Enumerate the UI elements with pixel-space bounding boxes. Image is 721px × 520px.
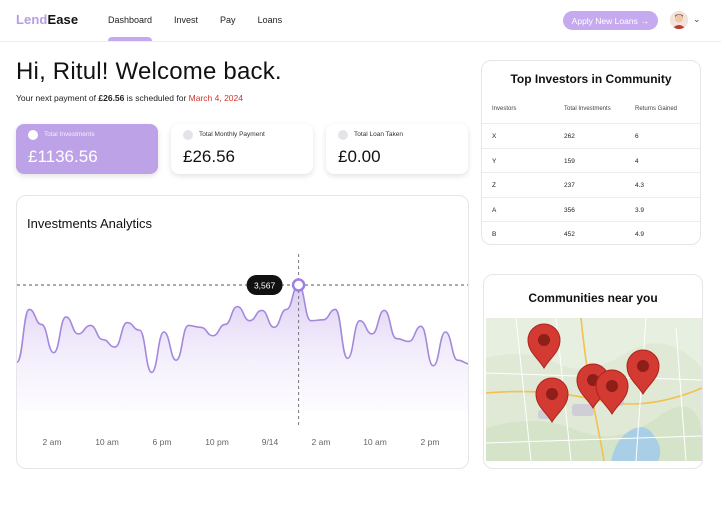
welcome-heading: Hi, Ritul! Welcome back. <box>16 58 282 85</box>
cell-returns: 4 <box>635 157 639 165</box>
cell-total: 237 <box>564 182 575 189</box>
total-investments-value: £1136.56 <box>28 147 98 166</box>
card-dot-icon <box>28 130 38 140</box>
total-monthly-payment-card[interactable]: Total Monthly Payment £26.56 <box>171 124 313 174</box>
top-navbar: LendEase Dashboard Invest Pay Loans Appl… <box>0 0 721 42</box>
cell-total: 262 <box>564 133 575 140</box>
main-nav: Dashboard Invest Pay Loans <box>108 15 304 41</box>
apply-new-loans-button[interactable]: Apply New Loans → <box>563 11 658 30</box>
chart-area <box>17 285 468 411</box>
nav-invest[interactable]: Invest <box>174 15 198 25</box>
table-row[interactable]: Z 237 4.3 <box>482 172 700 197</box>
x-tick-label: 10 am <box>95 437 119 447</box>
cell-returns: 6 <box>635 133 639 140</box>
x-tick-label: 9/14 <box>262 437 279 447</box>
total-investments-card[interactable]: Total Investments £1136.56 <box>16 124 158 174</box>
x-tick-label: 10 pm <box>205 437 229 447</box>
col-returns-gained: Returns Gained <box>635 106 678 112</box>
total-monthly-payment-label: Total Monthly Payment <box>199 131 265 138</box>
table-header: Investors Total Investments Returns Gain… <box>482 106 700 122</box>
communities-map[interactable] <box>486 318 702 461</box>
brand-logo-part2: Ease <box>47 12 79 27</box>
arrow-right-icon: → <box>640 15 650 26</box>
top-investors-title: Top Investors in Community <box>510 72 672 86</box>
cell-total: 452 <box>564 231 575 238</box>
cell-returns: 4.3 <box>635 182 645 189</box>
next-payment-prefix: Your next payment of <box>16 93 99 103</box>
cell-total: 356 <box>564 206 575 214</box>
next-payment-amount: £26.56 <box>98 93 125 103</box>
nav-loans[interactable]: Loans <box>258 15 283 25</box>
top-investors-panel: Top Investors in Community Investors Tot… <box>481 60 701 245</box>
cell-investor: Y <box>492 157 497 165</box>
brand-logo-part1: Lend <box>16 12 48 27</box>
table-row[interactable]: X 262 6 <box>482 123 700 148</box>
x-tick-label: 10 am <box>363 437 387 447</box>
card-dot-icon <box>183 130 193 140</box>
tooltip-value: 3,567 <box>254 281 276 291</box>
next-payment-date: March 4, 2024 <box>188 93 243 103</box>
cell-investor: Z <box>492 182 496 189</box>
user-avatar[interactable] <box>670 11 688 29</box>
chevron-down-icon[interactable]: ⌄ <box>693 14 701 25</box>
x-tick-label: 2 pm <box>421 437 440 447</box>
table-row[interactable]: A 356 3.9 <box>482 196 700 222</box>
card-dot-icon <box>338 130 348 140</box>
user-avatar-image <box>670 11 688 29</box>
col-investors: Investors <box>492 106 517 112</box>
cell-total: 159 <box>564 157 575 165</box>
table-row[interactable]: Y 159 4 <box>482 147 700 173</box>
next-payment-text: Your next payment of £26.56 is scheduled… <box>16 93 243 103</box>
total-loan-taken-value: £0.00 <box>338 147 381 166</box>
cell-returns: 3.9 <box>635 206 645 214</box>
total-investments-label: Total Investments <box>44 131 95 138</box>
x-tick-label: 6 pm <box>153 437 172 447</box>
apply-new-loans-label: Apply New Loans <box>571 15 638 26</box>
col-total-investments: Total Investments <box>564 106 611 112</box>
cell-investor: A <box>492 206 497 214</box>
cell-investor: B <box>492 231 497 238</box>
analytics-chart[interactable]: 3,567 2 am 10 am 6 pm 10 pm 9/14 2 am 10 am 2 pm <box>17 196 469 469</box>
x-tick-label: 2 am <box>312 437 331 447</box>
x-tick-label: 2 am <box>43 437 62 447</box>
cell-returns: 4.9 <box>635 231 645 238</box>
table-row[interactable]: B 452 4.9 <box>482 221 700 244</box>
next-payment-mid: is scheduled for <box>124 93 189 103</box>
nav-pay[interactable]: Pay <box>220 15 236 25</box>
brand-logo[interactable]: LendEase <box>16 12 78 27</box>
communities-title: Communities near you <box>528 291 658 305</box>
total-monthly-payment-value: £26.56 <box>183 147 235 166</box>
nav-dashboard[interactable]: Dashboard <box>108 15 153 41</box>
highlight-point <box>291 278 306 292</box>
total-loan-taken-card[interactable]: Total Loan Taken £0.00 <box>326 124 468 174</box>
communities-panel: Communities near you <box>483 274 703 469</box>
cell-investor: X <box>492 133 497 140</box>
total-loan-taken-label: Total Loan Taken <box>354 131 404 138</box>
investments-analytics-panel: Investments Analytics 3,567 2 am 10 am 6 pm… <box>16 195 469 469</box>
